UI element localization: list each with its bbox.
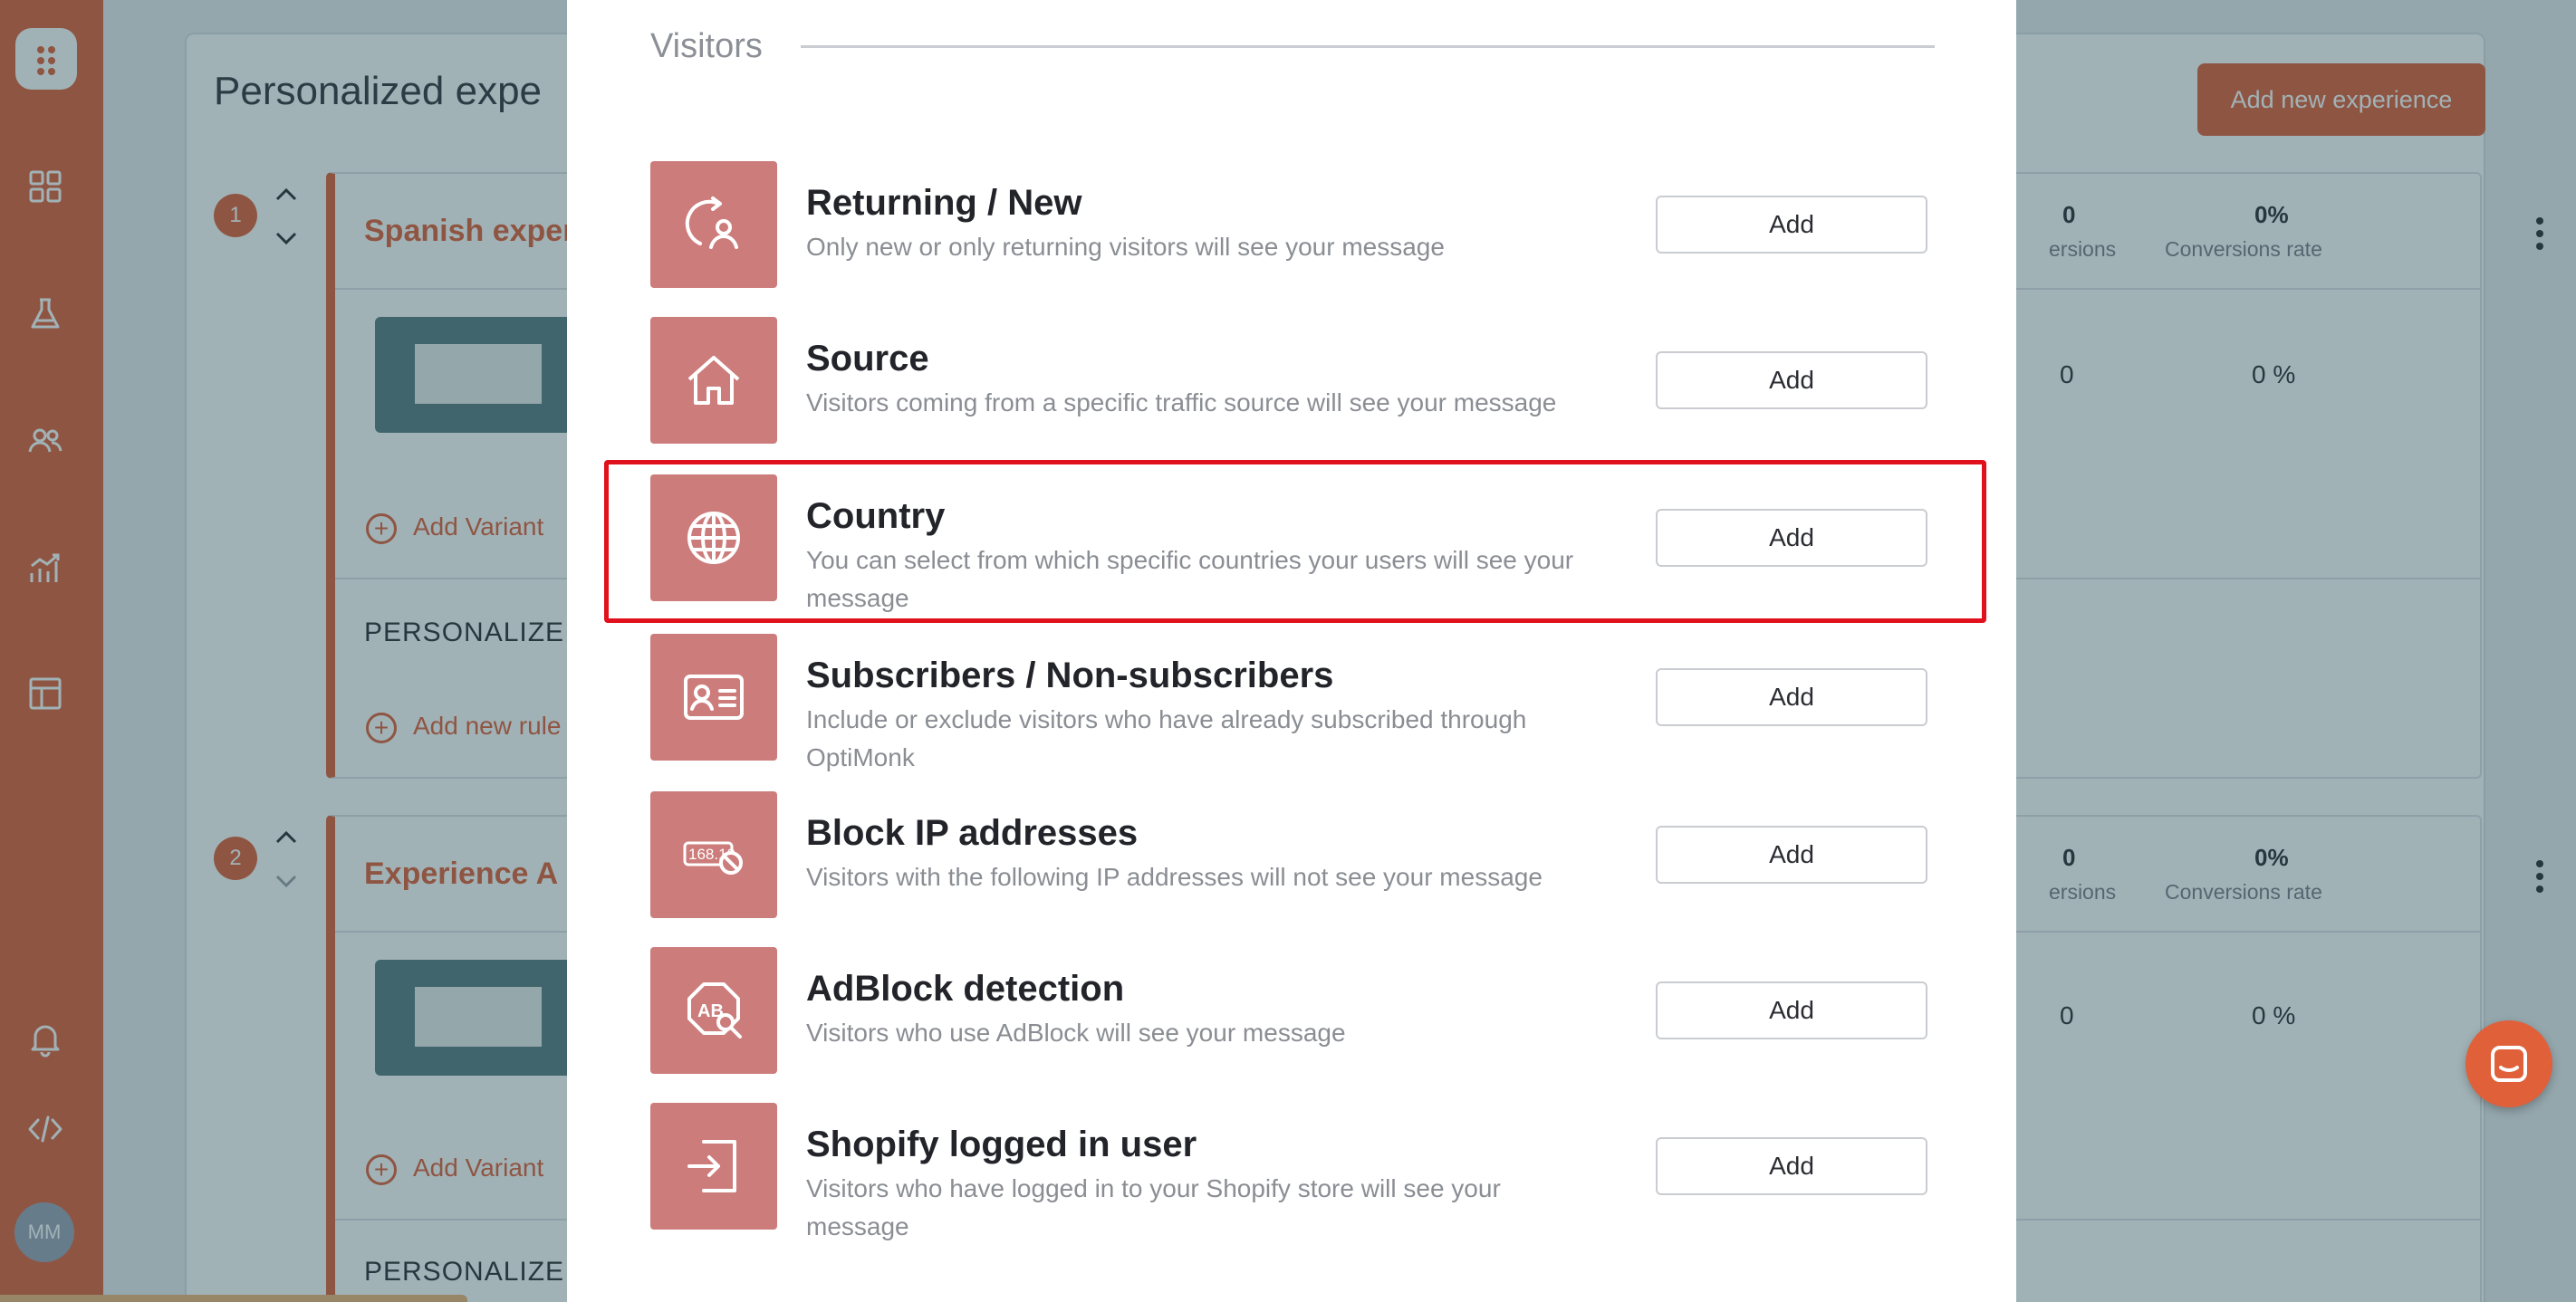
add-rule-modal: Visitors Returning / New Only new or onl… xyxy=(567,0,2016,1302)
home-icon xyxy=(650,317,777,444)
chat-launcher-button[interactable] xyxy=(2465,1020,2552,1107)
rule-description: Visitors who use AdBlock will see your m… xyxy=(806,1019,1346,1047)
add-adblock-button[interactable]: Add xyxy=(1656,981,1927,1039)
rule-row-returning-new: Returning / New Only new or only returni… xyxy=(650,161,1933,288)
login-icon xyxy=(650,1103,777,1230)
add-shopify-logged-in-button[interactable]: Add xyxy=(1656,1137,1927,1195)
rule-description: Visitors coming from a specific traffic … xyxy=(806,388,1557,416)
rule-row-shopify-logged-in: Shopify logged in user Visitors who have… xyxy=(650,1103,1933,1240)
rule-title: Subscribers / Non-subscribers xyxy=(806,656,1334,695)
section-divider xyxy=(801,45,1935,48)
chat-icon xyxy=(2491,1046,2527,1082)
ip-block-icon: 168.19 xyxy=(650,791,777,918)
returning-visitor-icon xyxy=(650,161,777,288)
adblock-icon: AB xyxy=(650,947,777,1074)
highlight-box xyxy=(604,460,1986,623)
rule-title: Shopify logged in user xyxy=(806,1125,1197,1164)
id-card-icon xyxy=(650,634,777,761)
rule-row-adblock: AB AdBlock detection Visitors who use Ad… xyxy=(650,947,1933,1074)
rule-row-block-ip: 168.19 Block IP addresses Visitors with … xyxy=(650,791,1933,918)
add-returning-new-button[interactable]: Add xyxy=(1656,196,1927,254)
add-subscribers-button[interactable]: Add xyxy=(1656,668,1927,726)
rule-row-subscribers: Subscribers / Non-subscribers Include or… xyxy=(650,634,1933,771)
rule-description: Visitors who have logged in to your Shop… xyxy=(806,1174,1501,1240)
add-source-button[interactable]: Add xyxy=(1656,351,1927,409)
section-title: Visitors xyxy=(650,27,763,65)
rule-description: Include or exclude visitors who have alr… xyxy=(806,705,1527,771)
rule-title: Source xyxy=(806,339,929,378)
rule-title: AdBlock detection xyxy=(806,969,1125,1009)
rule-title: Returning / New xyxy=(806,183,1082,223)
rule-description: Only new or only returning visitors will… xyxy=(806,233,1445,261)
rule-description: Visitors with the following IP addresses… xyxy=(806,863,1543,891)
rule-row-source: Source Visitors coming from a specific t… xyxy=(650,317,1933,444)
add-block-ip-button[interactable]: Add xyxy=(1656,826,1927,884)
rule-title: Block IP addresses xyxy=(806,813,1139,853)
